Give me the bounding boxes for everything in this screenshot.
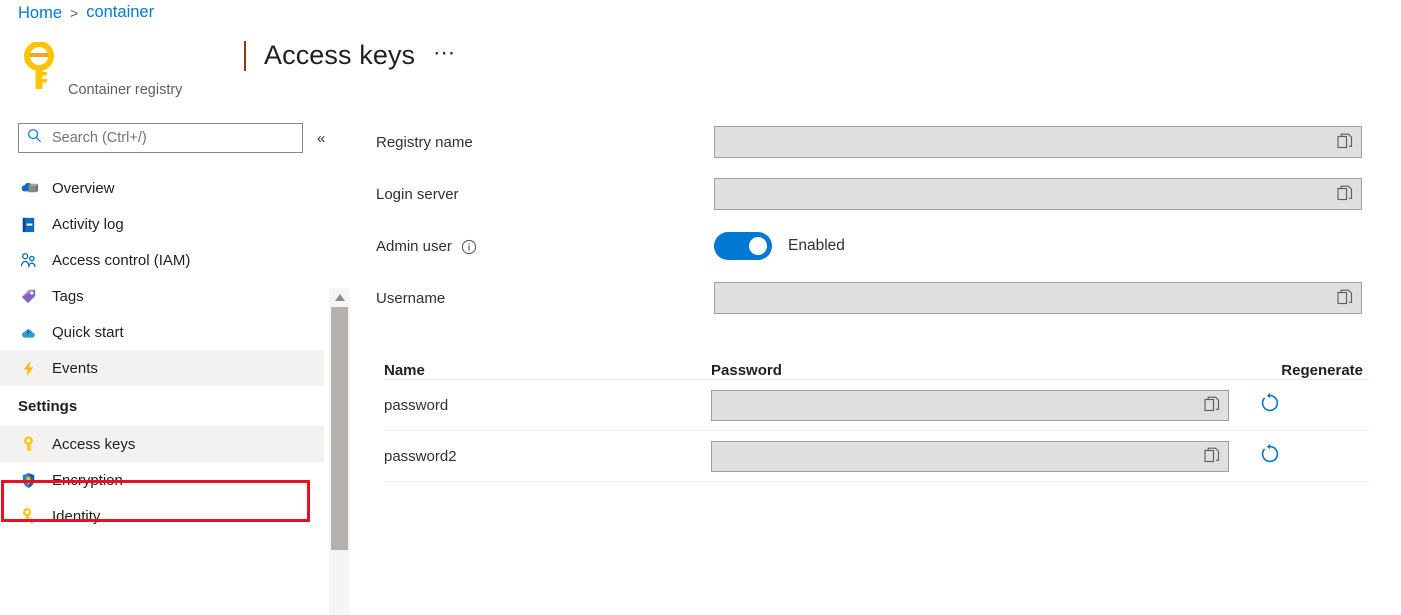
sidebar-item-label: Access control (IAM) <box>52 251 191 269</box>
sidebar-item-label: Activity log <box>52 215 124 233</box>
breadcrumb: Home > container <box>18 3 154 23</box>
sidebar-item-overview[interactable]: Overview <box>0 170 324 206</box>
breadcrumb-separator: > <box>70 5 79 21</box>
table-row: password2 <box>384 431 1369 482</box>
breadcrumb-home[interactable]: Home <box>18 4 62 23</box>
sidebar: « Overview <box>0 118 350 615</box>
table-header-row: Name Password Regenerate <box>384 346 1369 380</box>
field-label: Username <box>376 290 446 307</box>
info-icon[interactable] <box>461 239 477 255</box>
search-input[interactable] <box>50 129 294 147</box>
login-server-input[interactable] <box>714 178 1362 210</box>
people-icon <box>18 250 38 270</box>
admin-user-toggle-row: Enabled <box>714 232 845 260</box>
quick-start-icon <box>18 322 38 342</box>
search-input-wrapper[interactable] <box>18 123 303 153</box>
sidebar-item-activity-log[interactable]: Activity log <box>0 206 324 242</box>
sidebar-item-access-control[interactable]: Access control (IAM) <box>0 242 324 278</box>
key-icon <box>18 434 38 454</box>
sidebar-group-settings: Settings <box>18 397 78 415</box>
column-header-name: Name <box>384 362 425 379</box>
field-login-server: Login server <box>376 170 1386 222</box>
sidebar-item-identity[interactable]: Identity <box>0 498 324 534</box>
field-admin-user: Admin user Enabled <box>376 222 1386 274</box>
key-icon <box>20 41 58 92</box>
sidebar-nav: Overview Activity log Access control (IA… <box>0 170 324 534</box>
identity-icon <box>18 506 38 526</box>
sidebar-item-label: Overview <box>52 179 115 197</box>
sidebar-scrollbar-thumb[interactable] <box>331 307 348 550</box>
sidebar-item-label: Tags <box>52 287 84 305</box>
chevron-double-left-icon[interactable]: « <box>317 130 325 147</box>
sidebar-item-encryption[interactable]: Encryption <box>0 462 324 498</box>
field-registry-name: Registry name <box>376 118 1386 170</box>
sidebar-item-label: Identity <box>52 507 101 525</box>
password-input[interactable] <box>711 440 1229 472</box>
sidebar-item-events[interactable]: Events <box>0 350 324 386</box>
table-row: password <box>384 380 1369 431</box>
main-content: Registry name Login server Admin user En… <box>376 118 1386 482</box>
sidebar-divider <box>350 118 351 615</box>
more-options-button[interactable]: ⋯ <box>433 41 455 64</box>
field-label: Admin user <box>376 238 452 255</box>
field-username: Username <box>376 274 1386 326</box>
sidebar-item-label: Access keys <box>52 435 136 453</box>
sidebar-item-label: Encryption <box>52 471 123 489</box>
sidebar-item-quick-start[interactable]: Quick start <box>0 314 324 350</box>
sidebar-item-tags[interactable]: Tags <box>0 278 324 314</box>
copy-icon[interactable] <box>1204 396 1220 414</box>
admin-user-toggle[interactable] <box>714 232 772 260</box>
column-header-password: Password <box>711 362 782 379</box>
password-input[interactable] <box>711 389 1229 421</box>
page-title-group: Access keys ⋯ <box>244 40 455 71</box>
resource-type-label: Container registry <box>68 82 183 98</box>
registry-name-input[interactable] <box>714 126 1362 158</box>
copy-icon[interactable] <box>1337 133 1353 151</box>
column-header-regenerate: Regenerate <box>1281 362 1363 379</box>
key-name: password2 <box>384 447 457 465</box>
overview-icon <box>18 178 38 198</box>
shield-key-icon <box>18 470 38 490</box>
field-label: Registry name <box>376 134 473 151</box>
title-accent-bar <box>244 40 246 71</box>
tag-icon <box>18 286 38 306</box>
refresh-icon[interactable] <box>1255 443 1281 465</box>
copy-icon[interactable] <box>1337 185 1353 203</box>
refresh-icon[interactable] <box>1255 392 1281 414</box>
key-name: password <box>384 396 449 414</box>
copy-icon[interactable] <box>1337 289 1353 307</box>
search-icon <box>27 128 42 148</box>
access-keys-table: Name Password Regenerate password passwo… <box>384 346 1369 482</box>
sidebar-item-label: Quick start <box>52 323 124 341</box>
scroll-up-arrow-icon[interactable] <box>331 289 348 306</box>
sidebar-search-row: « <box>18 123 325 153</box>
copy-icon[interactable] <box>1204 447 1220 465</box>
page-title: Access keys <box>264 40 416 70</box>
field-label: Login server <box>376 186 459 203</box>
username-input[interactable] <box>714 282 1362 314</box>
activity-log-icon <box>18 214 38 234</box>
toggle-knob <box>749 237 767 255</box>
toggle-state-label: Enabled <box>788 237 845 254</box>
breadcrumb-container[interactable]: container <box>86 3 154 23</box>
sidebar-item-access-keys[interactable]: Access keys <box>0 426 324 462</box>
sidebar-item-label: Events <box>52 359 98 377</box>
events-icon <box>18 358 38 378</box>
